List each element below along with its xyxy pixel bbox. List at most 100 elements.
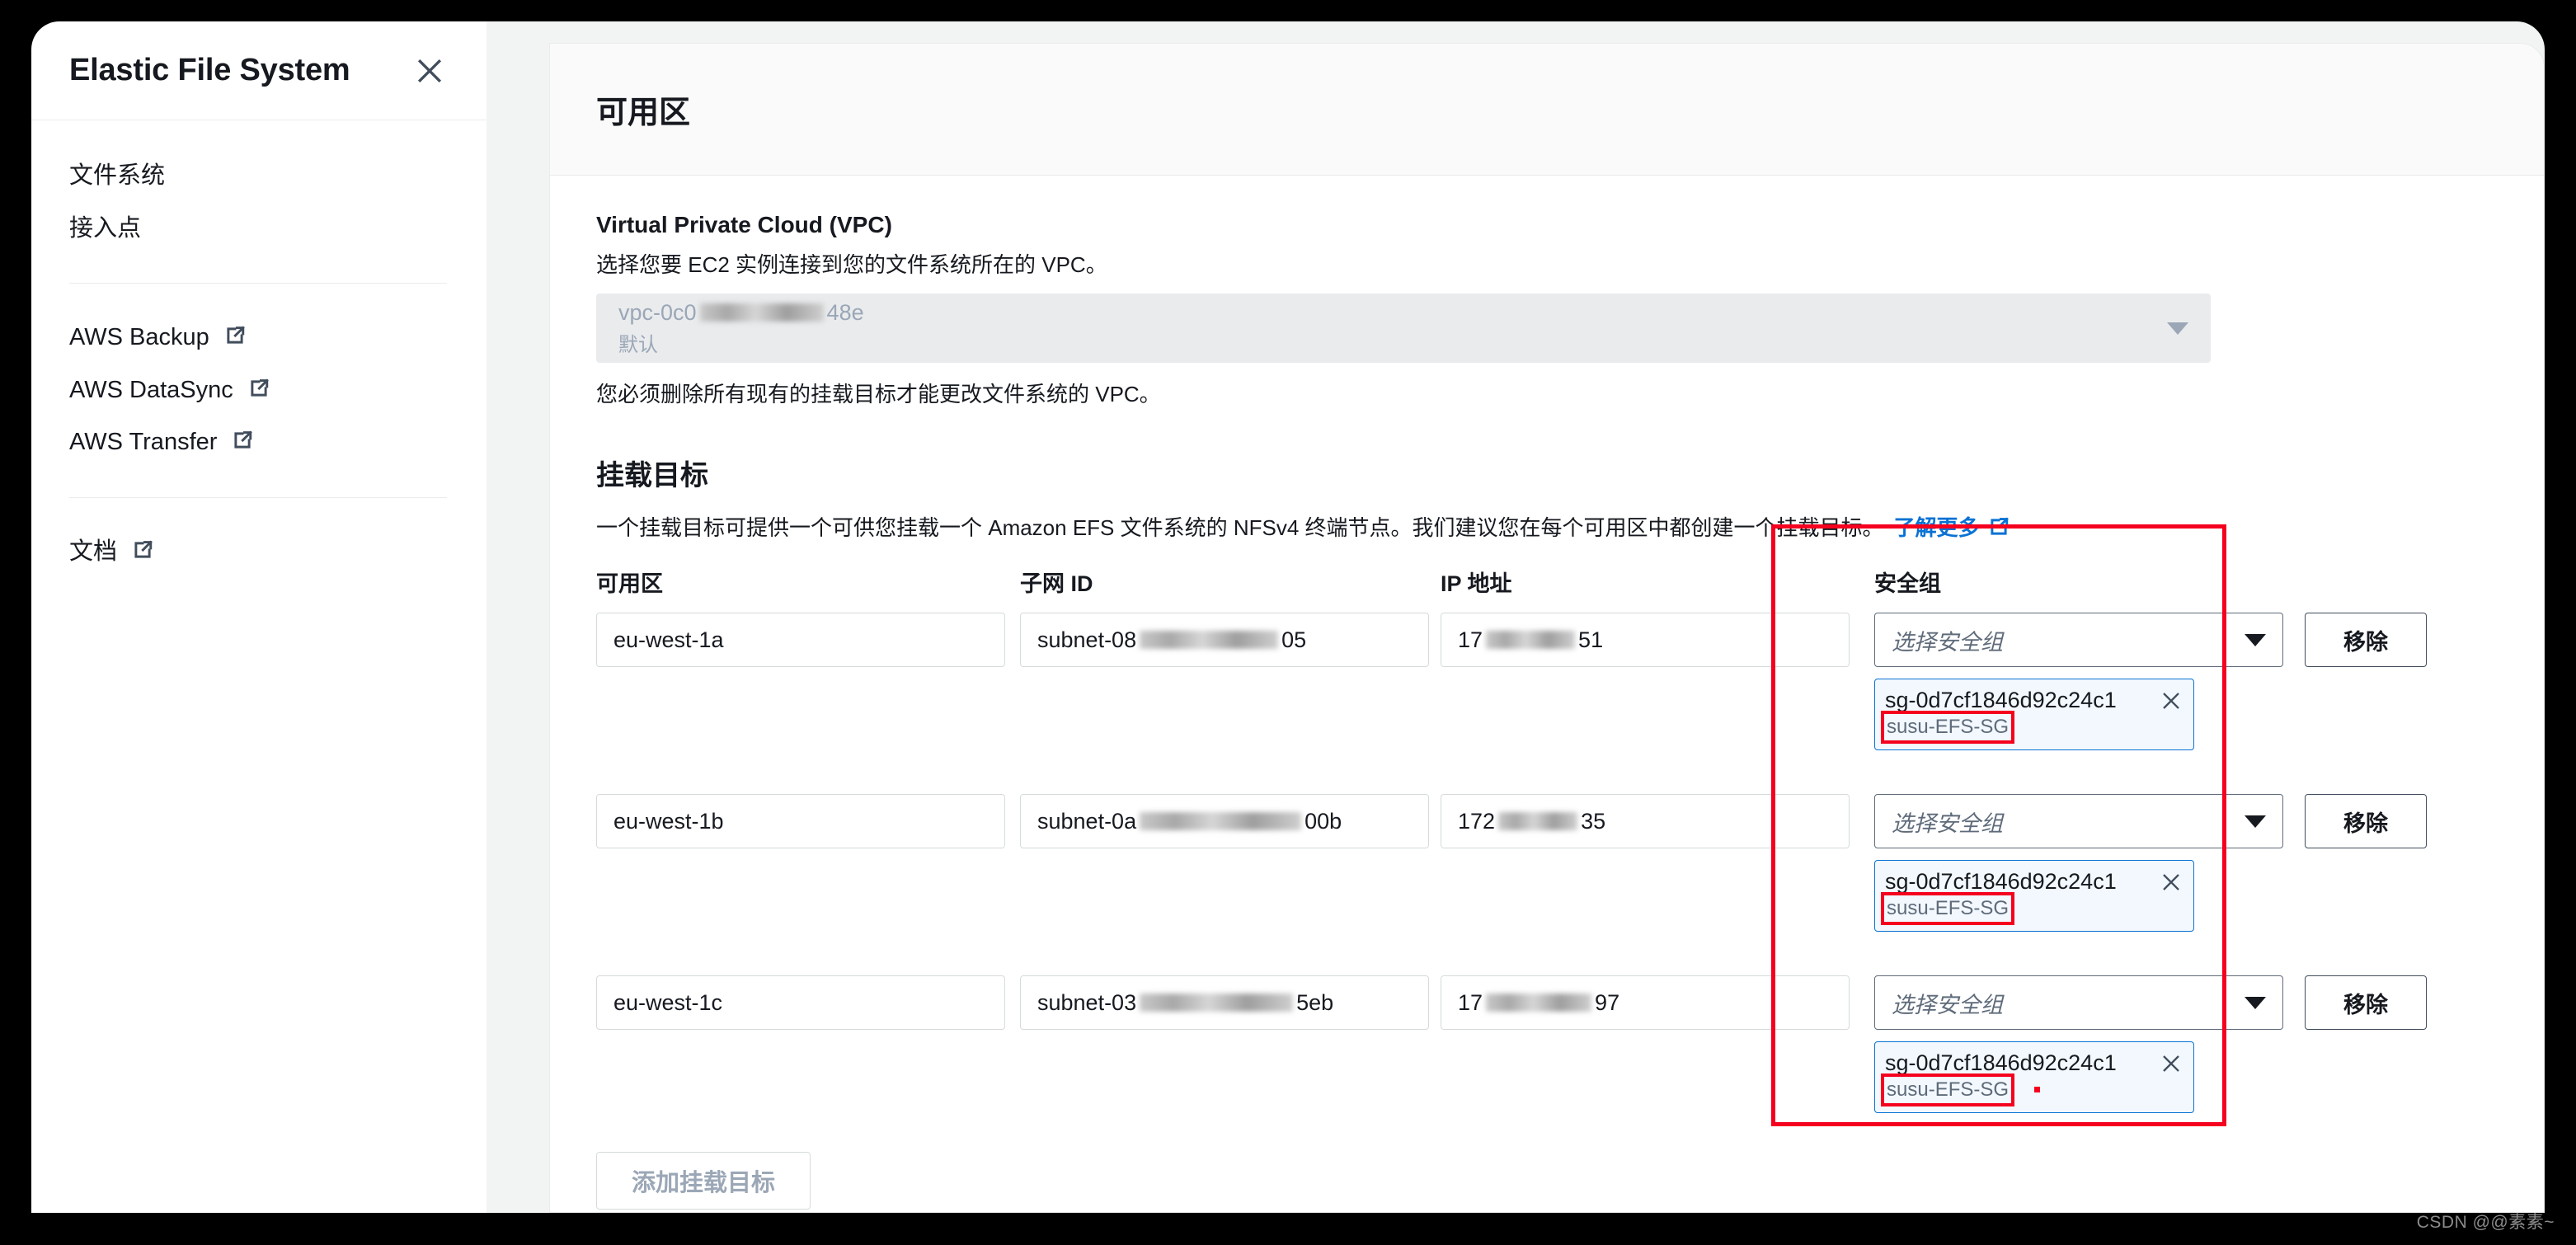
cell-security-group: 选择安全组 sg-0d7cf1846d92c24c1 susu-EFS-SG: [1874, 975, 2283, 1113]
cell-az: eu-west-1a: [596, 613, 1005, 667]
cell-security-group: 选择安全组 sg-0d7cf1846d92c24c1 susu-EFS-SG: [1874, 794, 2283, 932]
remove-button[interactable]: 移除: [2305, 794, 2427, 848]
cell-remove: 移除: [2305, 613, 2453, 667]
remove-button[interactable]: 移除: [2305, 975, 2427, 1030]
subnet-field[interactable]: subnet-0a 00b: [1020, 794, 1429, 848]
az-value: eu-west-1a: [613, 627, 724, 652]
vpc-id-suffix: 48e: [826, 299, 864, 325]
sidebar-item-label: AWS Transfer: [69, 429, 218, 455]
redacted-block: [699, 303, 824, 322]
az-field[interactable]: eu-west-1a: [596, 613, 1005, 667]
redacted-block: [1486, 994, 1592, 1012]
security-group-id: sg-0d7cf1846d92c24c1: [1885, 688, 2117, 712]
security-group-select[interactable]: 选择安全组: [1874, 613, 2283, 667]
card-header: 可用区: [550, 44, 2544, 176]
subnet-suffix: 00b: [1304, 808, 1342, 834]
subnet-field[interactable]: subnet-08 05: [1020, 613, 1429, 667]
cell-ip: 172 35: [1441, 794, 1850, 848]
watermark: CSDN @@素素~: [2416, 1213, 2555, 1232]
external-link-icon: [232, 430, 253, 451]
mount-targets-description-text: 一个挂载目标可提供一个可供您挂载一个 Amazon EFS 文件系统的 NFSv…: [596, 515, 1884, 540]
sidebar-item-label: AWS Backup: [69, 324, 209, 350]
mount-targets-table: 可用区 子网 ID IP 地址 安全组 eu-west-1a subnet-08…: [596, 561, 2498, 1125]
add-mount-target-label: 添加挂载目标: [631, 1170, 775, 1196]
remove-button[interactable]: 移除: [2305, 613, 2427, 667]
mount-targets-title: 挂载目标: [596, 460, 708, 491]
security-group-name: susu-EFS-SG: [1880, 892, 2015, 925]
remove-token-icon[interactable]: [2159, 1051, 2183, 1076]
chevron-down-icon: [2245, 633, 2266, 646]
security-group-name: susu-EFS-SG: [1880, 711, 2015, 744]
column-header-subnet: 子网 ID: [1020, 571, 1093, 596]
sidebar-item-aws-datasync[interactable]: AWS DataSync: [31, 364, 487, 417]
ip-suffix: 35: [1581, 808, 1606, 834]
sidebar-item-aws-transfer[interactable]: AWS Transfer: [31, 416, 487, 469]
cell-subnet: subnet-0a 00b: [1020, 794, 1429, 848]
app-root: Elastic File System 文件系统 接入点 AWS Backup: [0, 0, 2576, 1245]
sidebar-item-label: AWS DataSync: [69, 376, 233, 403]
security-group-placeholder: 选择安全组: [1892, 810, 2003, 836]
external-link-icon: [132, 539, 153, 561]
column-header-ip: IP 地址: [1441, 571, 1512, 596]
vpc-select: vpc-0c0 48e 默认: [596, 294, 2211, 363]
sidebar-item-aws-backup[interactable]: AWS Backup: [31, 312, 487, 364]
learn-more-link[interactable]: 了解更多: [1894, 511, 2010, 542]
ip-suffix: 51: [1578, 627, 1604, 652]
az-field[interactable]: eu-west-1b: [596, 794, 1005, 848]
ip-field[interactable]: 172 35: [1441, 794, 1850, 848]
vpc-label: Virtual Private Cloud (VPC): [596, 212, 892, 237]
remove-token-icon[interactable]: [2159, 870, 2183, 895]
redacted-block: [1140, 994, 1294, 1012]
cell-security-group: 选择安全组 sg-0d7cf1846d92c24c1 susu-EFS-SG: [1874, 613, 2283, 750]
sidebar-nav-services: AWS Backup AWS DataSync AWS Transfer: [31, 305, 487, 469]
subnet-prefix: subnet-0a: [1037, 808, 1137, 834]
ip-field[interactable]: 17 51: [1441, 613, 1850, 667]
remove-button-label: 移除: [2343, 629, 2388, 655]
redacted-block: [1140, 812, 1302, 830]
vpc-id-prefix: vpc-0c0: [618, 299, 697, 325]
security-group-name: susu-EFS-SG: [1880, 1074, 2015, 1106]
redacted-block: [1498, 812, 1578, 830]
sidebar-item-label: 文档: [69, 538, 118, 565]
chevron-down-icon: [2245, 815, 2266, 828]
security-group-token: sg-0d7cf1846d92c24c1 susu-EFS-SG: [1874, 860, 2194, 932]
redacted-block: [1486, 631, 1576, 649]
remove-button-label: 移除: [2343, 810, 2388, 836]
external-link-icon: [1988, 516, 2010, 538]
chevron-down-icon: [2245, 996, 2266, 1009]
cell-remove: 移除: [2305, 975, 2453, 1030]
redacted-block: [1140, 631, 1279, 649]
learn-more-label: 了解更多: [1893, 515, 1980, 540]
subnet-prefix: subnet-03: [1037, 989, 1137, 1015]
sidebar-item-file-systems[interactable]: 文件系统: [31, 150, 487, 203]
sidebar-title: Elastic File System: [69, 53, 350, 87]
sidebar-nav-docs: 文档: [31, 519, 487, 579]
chevron-down-icon: [2167, 322, 2188, 335]
close-icon[interactable]: [411, 52, 449, 90]
add-mount-target-button[interactable]: 添加挂载目标: [596, 1152, 811, 1210]
table-row: eu-west-1c subnet-03 5eb 17 97 选择安全组 sg-…: [596, 961, 2498, 1125]
cell-ip: 17 51: [1441, 613, 1850, 667]
subnet-suffix: 05: [1281, 627, 1307, 652]
ip-field[interactable]: 17 97: [1441, 975, 1850, 1030]
sidebar-item-docs[interactable]: 文档: [31, 526, 487, 579]
security-group-select[interactable]: 选择安全组: [1874, 794, 2283, 848]
sidebar-header: Elastic File System: [31, 21, 487, 120]
card-body: Virtual Private Cloud (VPC) 选择您要 EC2 实例连…: [550, 176, 2544, 1212]
subnet-prefix: subnet-08: [1037, 627, 1137, 652]
sidebar-item-access-points[interactable]: 接入点: [31, 203, 487, 256]
security-group-select[interactable]: 选择安全组: [1874, 975, 2283, 1030]
subnet-field[interactable]: subnet-03 5eb: [1020, 975, 1429, 1030]
vpc-note: 您必须删除所有现有的挂载目标才能更改文件系统的 VPC。: [596, 382, 1161, 406]
vpc-id-value: vpc-0c0 48e: [618, 300, 864, 326]
cell-az: eu-west-1b: [596, 794, 1005, 848]
remove-token-icon[interactable]: [2159, 688, 2183, 713]
ip-prefix: 17: [1458, 627, 1483, 652]
main-panel: 可用区 Virtual Private Cloud (VPC) 选择您要 EC2…: [487, 21, 2545, 1213]
ip-prefix: 172: [1458, 808, 1496, 834]
vpc-description: 选择您要 EC2 实例连接到您的文件系统所在的 VPC。: [596, 252, 1107, 277]
remove-button-label: 移除: [2343, 992, 2388, 1017]
external-link-icon: [224, 325, 246, 346]
az-field[interactable]: eu-west-1c: [596, 975, 1005, 1030]
table-header-row: 可用区 子网 ID IP 地址 安全组: [596, 561, 2498, 598]
